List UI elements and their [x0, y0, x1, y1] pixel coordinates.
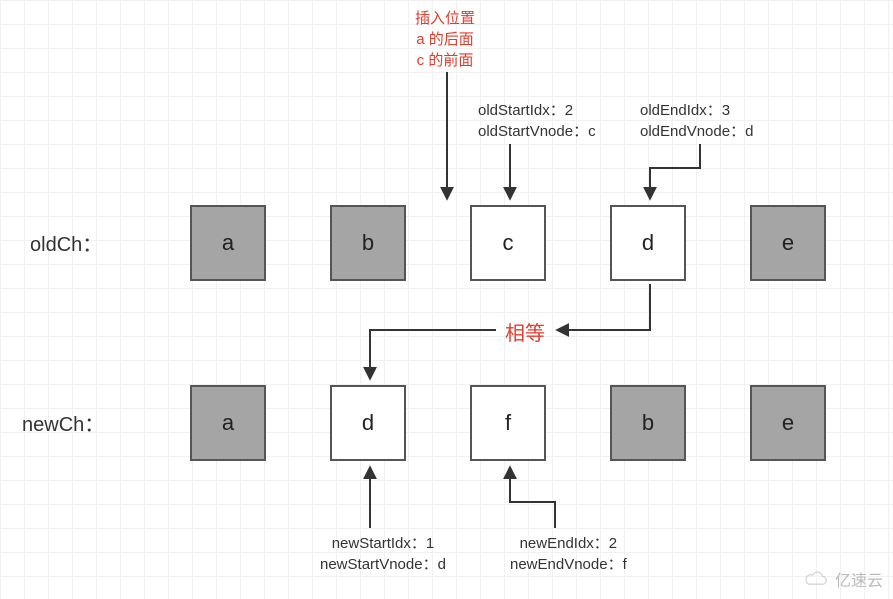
new-start-annotation: newStartIdx：1 newStartVnode：d — [320, 533, 446, 575]
old-cell-c: c — [470, 205, 546, 281]
insert-annotation: 插入位置 a 的后面 c 的前面 — [415, 8, 475, 71]
new-cell-d: d — [330, 385, 406, 461]
new-cell-b: b — [610, 385, 686, 461]
newch-label: newCh： — [22, 408, 104, 437]
arrow-equal-top — [558, 284, 650, 330]
arrow-old-end — [650, 144, 700, 198]
new-cell-a: a — [190, 385, 266, 461]
watermark: 亿速云 — [803, 567, 883, 591]
arrow-equal-bottom — [370, 330, 496, 378]
old-cell-b: b — [330, 205, 406, 281]
old-start-vnode: oldStartVnode：c — [478, 121, 596, 142]
new-start-vnode: newStartVnode：d — [320, 554, 446, 575]
insert-line3: c 的前面 — [415, 50, 475, 71]
old-cell-e: e — [750, 205, 826, 281]
arrow-new-end — [510, 468, 555, 528]
old-end-annotation: oldEndIdx：3 oldEndVnode：d — [640, 100, 753, 142]
old-start-idx: oldStartIdx：2 — [478, 100, 596, 121]
old-end-idx: oldEndIdx：3 — [640, 100, 753, 121]
new-row: adfbe — [190, 385, 826, 461]
arrows-layer — [0, 0, 893, 599]
new-end-annotation: newEndIdx：2 newEndVnode：f — [510, 533, 627, 575]
new-cell-e: e — [750, 385, 826, 461]
cloud-icon — [803, 571, 829, 587]
insert-line2: a 的后面 — [415, 29, 475, 50]
watermark-text: 亿速云 — [835, 567, 883, 591]
new-start-idx: newStartIdx：1 — [320, 533, 446, 554]
oldch-label: oldCh： — [30, 228, 102, 257]
old-row: abcde — [190, 205, 826, 281]
equal-annotation: 相等 — [505, 320, 545, 348]
new-end-vnode: newEndVnode：f — [510, 554, 627, 575]
new-cell-f: f — [470, 385, 546, 461]
new-end-idx: newEndIdx：2 — [510, 533, 627, 554]
old-cell-a: a — [190, 205, 266, 281]
old-start-annotation: oldStartIdx：2 oldStartVnode：c — [478, 100, 596, 142]
old-cell-d: d — [610, 205, 686, 281]
old-end-vnode: oldEndVnode：d — [640, 121, 753, 142]
insert-line1: 插入位置 — [415, 8, 475, 29]
